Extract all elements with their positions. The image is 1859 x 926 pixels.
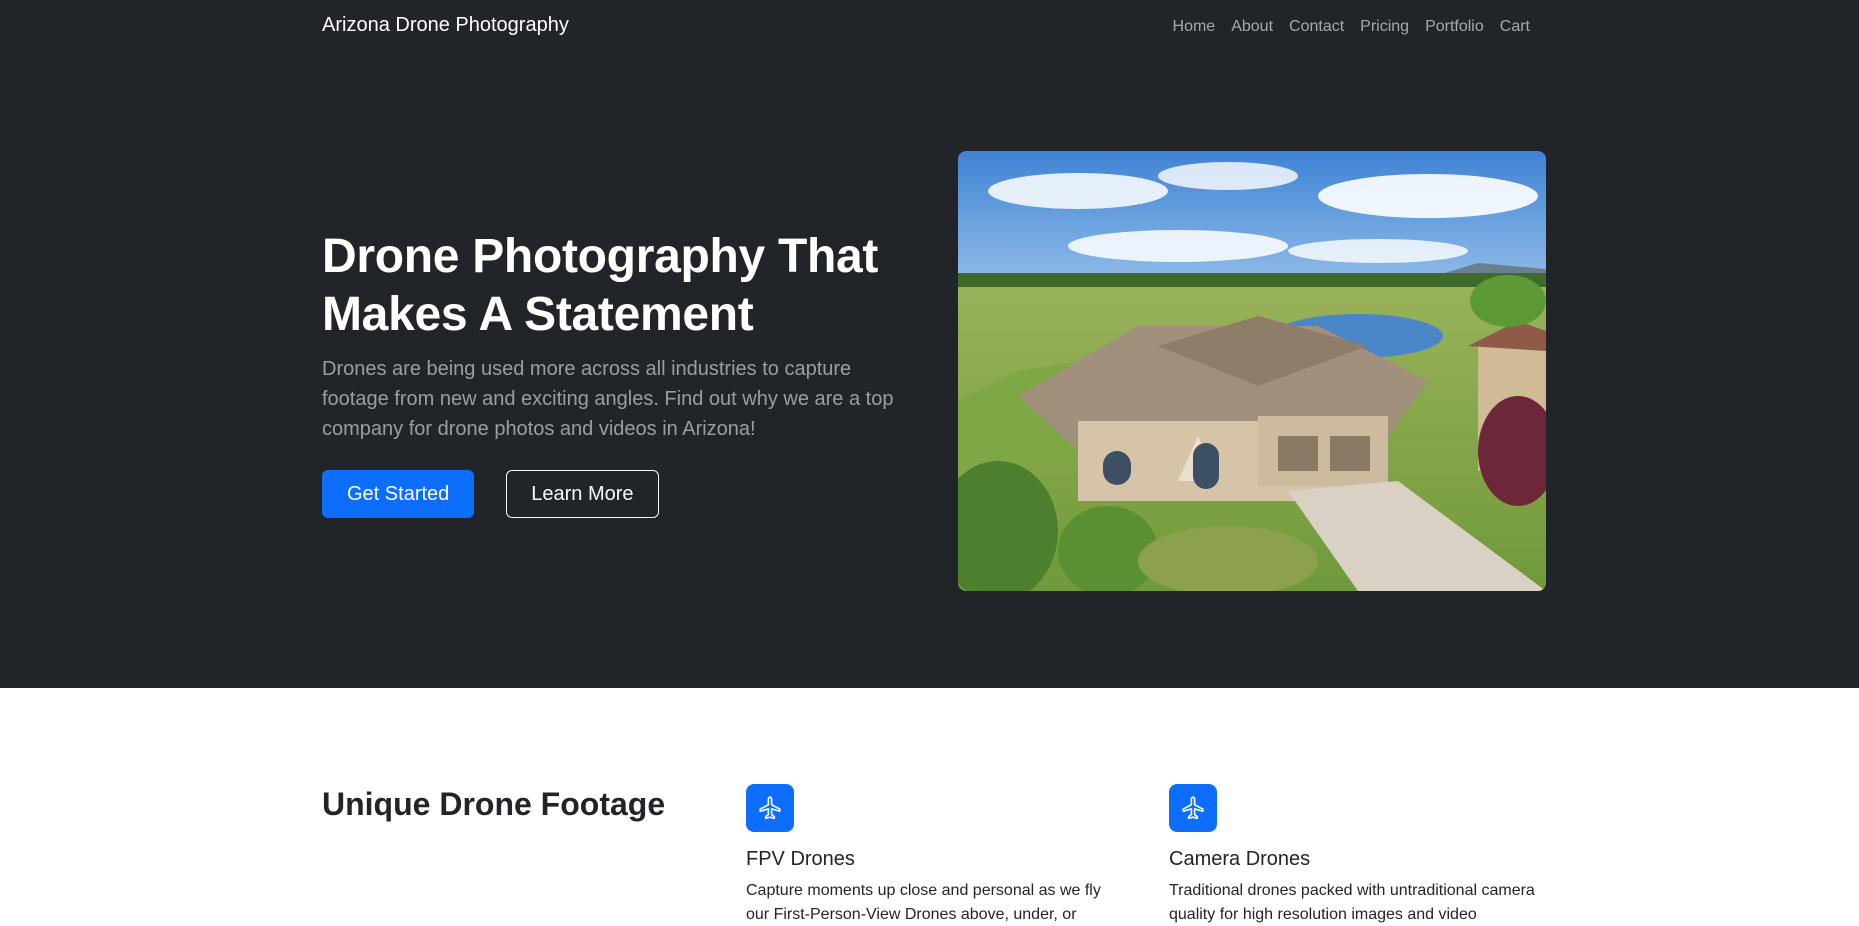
nav-menu: Home About Contact Pricing Portfolio Car… (1173, 16, 1538, 38)
hero-image (958, 151, 1546, 591)
feature-camera-drones: Camera Drones Traditional drones packed … (1169, 784, 1539, 926)
hero-buttons: Get Started Learn More (322, 470, 922, 518)
nav-portfolio[interactable]: Portfolio (1417, 16, 1492, 38)
hero-content: Drone Photography That Makes A Statement… (322, 228, 922, 518)
nav-contact[interactable]: Contact (1281, 16, 1352, 38)
airplane-icon (746, 784, 794, 832)
get-started-button[interactable]: Get Started (322, 470, 475, 518)
learn-more-button[interactable]: Learn More (506, 470, 659, 518)
feature-name: FPV Drones (746, 848, 855, 870)
feature-fpv-drones: FPV Drones Capture moments up close and … (746, 784, 1116, 926)
feature-name: Camera Drones (1169, 848, 1311, 870)
navbar: Arizona Drone Photography Home About Con… (0, 0, 1859, 56)
feature-description: Capture moments up close and personal as… (746, 882, 1101, 923)
hero-section: Arizona Drone Photography Home About Con… (0, 0, 1859, 688)
hero-lead: Drones are being used more across all in… (322, 358, 894, 440)
feature-description: Traditional drones packed with untraditi… (1169, 882, 1535, 923)
nav-cart[interactable]: Cart (1492, 16, 1538, 38)
airplane-icon (1169, 784, 1217, 832)
hero-title: Drone Photography That Makes A Statement (322, 230, 879, 341)
brand-link[interactable]: Arizona Drone Photography (322, 14, 569, 37)
nav-home[interactable]: Home (1173, 16, 1224, 38)
features-section: Unique Drone Footage FPV Drones Capture … (0, 688, 1859, 926)
nav-pricing[interactable]: Pricing (1352, 16, 1417, 38)
nav-about[interactable]: About (1223, 16, 1281, 38)
features-title: Unique Drone Footage (322, 786, 666, 822)
